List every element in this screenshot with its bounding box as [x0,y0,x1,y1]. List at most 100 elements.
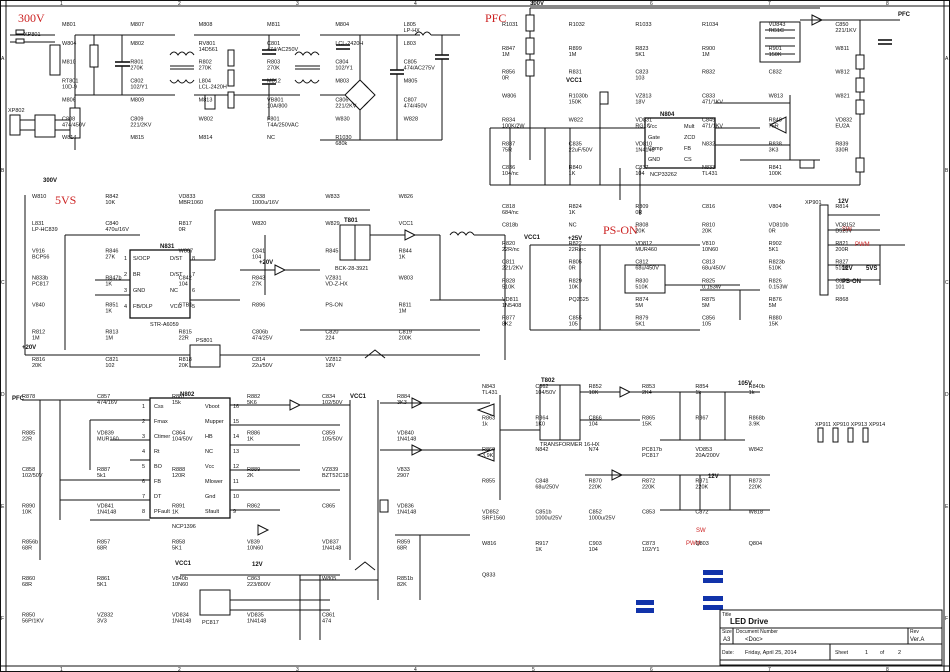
part-value: 18V [325,363,335,369]
part-value: 270K [199,66,212,72]
border-col-label: 1 [60,1,63,7]
part-value: 684/nc [502,210,519,216]
ic-n831-pin-left: S/OCP [133,256,150,262]
part-ref: W812 [835,70,849,76]
ic-n802-pin-left: Rt [154,449,160,455]
part-value: 510K [835,266,848,272]
part-value: 102/Y1 [335,66,352,72]
ic-xp901-ref: XP901 [805,200,822,206]
part-value: 3K3 [397,400,407,406]
part-value: 221/1KV [835,28,856,34]
ic-n831-pin-num: 2 [124,272,127,278]
ic-n802-pin-right: HB [205,434,213,440]
ic-xp911-ref: XP911 XP910 XP913 XP914 [815,422,885,428]
part-value: 101 [835,284,844,290]
net-label-vcc1-a: VCC1 [566,78,583,84]
ic-xp801-ref: XP801 [24,32,41,38]
ic-n802-pin-left: Ctimer [154,434,170,440]
part-value: 510K [769,266,782,272]
border-col-label: 2 [178,667,181,672]
part-ref: R855 [482,478,495,484]
part-value: 200K [399,336,412,342]
ic-n802-pin-right: Vboot [205,404,220,410]
part-value: LP-HX [404,28,421,34]
part-value: 1N4148 [247,619,266,625]
net-label-5vs-b: 5VS [866,266,877,272]
part-value: PC817 [642,453,659,459]
part-ref: M815 [130,135,144,141]
part-ref: R845 [325,248,338,254]
part-value: 1N4148 [97,509,116,515]
part-value: 103 [635,76,644,82]
part-ref: Q804 [749,541,762,547]
border-col-label: 6 [650,667,653,672]
part-value: 223/800V [247,582,271,588]
ic-n802-pin-num: 5 [142,464,145,470]
part-value: 68u/450V [702,266,726,272]
ic-n802-pin-left: Fmax [154,419,168,425]
net-label-12v-d: 12V [252,562,263,568]
optocoupler-pc817-n832 [189,344,221,368]
part-value: MBR1060 [179,200,203,206]
part-value: 2K [247,473,254,479]
part-value: 1K [172,509,179,515]
part-value: 15K [769,321,779,327]
diode-vd841 [257,524,270,536]
inductor-l831 [449,231,475,236]
diode-vd839 [289,399,302,411]
part-ref: R896 [252,303,265,309]
ic-n802-pin-right: Sfault [205,509,220,515]
part-value: 20K [32,363,42,369]
part-value: 1K [105,281,112,287]
part-value: 474/AC250V [267,47,299,53]
part-ref: N74 [589,447,599,453]
part-ref: M805 [404,79,418,85]
title-block-sheet-label: Sheet [835,650,849,656]
part-value: 200R [835,247,848,253]
part-value: 105/50V [322,436,343,442]
part-ref: W802 [199,116,213,122]
part-value: 1N4148 [322,546,341,552]
net-label-sw: SW [696,528,706,534]
part-value: 68R [397,546,407,552]
ic-n831-pin-num: 3 [124,288,127,294]
title-block-title: LED Drive [730,617,769,626]
part-value: 1K [535,547,542,553]
ic-n802-pin-right: Mupper [205,419,224,425]
part-value: 220K [589,484,602,490]
border-row-label: E [945,504,949,510]
part-ref: R868 [835,297,848,303]
part-ref: C872 [695,510,708,516]
part-value: 474/450V [62,122,86,128]
part-value: 474/25V [252,336,273,342]
part-value: BCP56 [32,254,49,260]
part-value: 104 [252,254,261,260]
choke-lcl2420h [169,51,195,56]
part-value: 18V [635,100,645,106]
ic-n802-pin-num: 9 [233,509,236,515]
part-value: 1N4148 [397,509,416,515]
part-value: 5K6 [247,400,257,406]
border-row-label: C [1,280,5,286]
part-ref: Q833 [482,573,495,579]
part-ref: NC [267,135,275,141]
border-row-label: F [1,616,4,622]
part-value: 3K3 [769,147,779,153]
border-row-label: A [945,56,949,62]
part-ref: R1031 [502,22,518,28]
part-value: 22R [179,336,189,342]
part-ref: R867 [695,415,708,421]
ic-ps817-ref: PC817 [202,620,219,626]
ic-xp802-ref: XP802 [8,108,25,114]
part-value: 221/2KV [130,122,151,128]
ic-n804-pin: Gate [648,135,660,141]
part-value: 10K [569,284,579,290]
part-value: 104 [589,421,598,427]
part-value: 22R [22,436,32,442]
part-value: 104/nc [502,171,519,177]
part-value: 1000u/25V [589,516,616,522]
part-ref: C853 [642,510,655,516]
net-label-vcc1-b: VCC1 [524,235,541,241]
part-value: 104 [589,547,598,553]
part-ref: R831 [569,70,582,76]
